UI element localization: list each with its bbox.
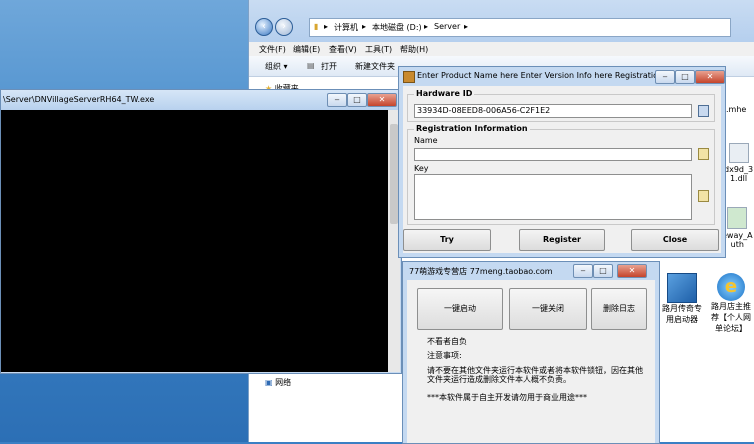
- file-name: dx9d_3: [724, 165, 754, 174]
- warning-text: 不看者自负: [427, 337, 467, 346]
- name-field[interactable]: [414, 148, 692, 161]
- ie-icon: e: [717, 273, 745, 301]
- paste-icon[interactable]: [698, 148, 709, 160]
- register-button[interactable]: Register: [519, 229, 605, 251]
- close-button[interactable]: ✕: [617, 264, 647, 278]
- app-icon: [727, 207, 748, 229]
- file-name: eway_A: [722, 231, 753, 240]
- breadcrumb-computer[interactable]: 计算机: [334, 22, 358, 33]
- scroll-thumb[interactable]: [390, 124, 398, 224]
- launcher-window: 77萌游戏专营店 77meng.taobao.com ‒ □ ✕ 一键启动 一键…: [402, 261, 660, 444]
- organize-button[interactable]: 组织 ▾: [265, 61, 288, 72]
- launcher-titlebar[interactable]: 77萌游戏专营店 77meng.taobao.com ‒ □ ✕: [403, 262, 659, 280]
- launcher-shortcut-label: 路月传奇专用启动器: [662, 304, 702, 324]
- close-dialog-button[interactable]: Close: [631, 229, 719, 251]
- open-button[interactable]: 打开: [321, 61, 337, 72]
- network-label: 网络: [275, 378, 292, 387]
- registration-info-group: Registration Information Name Key: [407, 124, 715, 225]
- explorer-header: ‹ › ▮ ▸ 计算机 ▸ 本地磁盘 (D:) ▸ Server ▸: [249, 0, 754, 42]
- close-button[interactable]: ✕: [367, 93, 397, 107]
- breadcrumb-drive[interactable]: 本地磁盘 (D:): [372, 22, 422, 33]
- maximize-button[interactable]: □: [593, 264, 613, 278]
- console-output[interactable]: [1, 110, 388, 372]
- registration-dialog: Enter Product Name here Enter Version In…: [398, 66, 726, 258]
- copy-icon[interactable]: [698, 105, 709, 117]
- launcher-title: 77萌游戏专营店 77meng.taobao.com: [409, 267, 553, 276]
- breadcrumb-sep-3: ▸: [424, 22, 429, 31]
- try-button[interactable]: Try: [403, 229, 491, 251]
- stop-all-button[interactable]: 一键关闭: [509, 288, 587, 330]
- start-all-button[interactable]: 一键启动: [417, 288, 503, 330]
- registration-body: Hardware ID 33934D-08EED8-006A56-C2F1E2 …: [403, 86, 721, 253]
- console-window: \Server\DNVillageServerRH64_TW.exe ‒ □ ✕: [0, 89, 402, 374]
- maximize-button[interactable]: □: [347, 93, 367, 107]
- close-button[interactable]: ✕: [695, 70, 725, 84]
- launcher-icon: [667, 273, 697, 303]
- network-icon: ▣: [265, 378, 273, 387]
- key-field[interactable]: [414, 174, 692, 220]
- app-icon: [403, 71, 415, 83]
- back-icon[interactable]: ‹: [255, 18, 273, 36]
- file-name: uth: [730, 240, 744, 249]
- ie-shortcut-label: 路月店主推荐【个人网单论坛】: [711, 302, 751, 333]
- launcher-body: 一键启动 一键关闭 删除日志 不看者自负 注意事项: 请不要在其他文件夹运行本软…: [407, 280, 655, 443]
- menu-view[interactable]: 查看(V): [329, 44, 357, 55]
- notes-text: 请不要在其他文件夹运行本软件或者将本软件锁钮，因在其他文件夹运行造成删除文件本人…: [427, 366, 643, 384]
- maximize-button[interactable]: □: [675, 70, 695, 84]
- console-title: \Server\DNVillageServerRH64_TW.exe: [3, 95, 155, 104]
- hardware-group: Hardware ID 33934D-08EED8-006A56-C2F1E2: [407, 89, 715, 122]
- open-icon: ▤: [307, 61, 315, 70]
- launcher-shortcut[interactable]: 路月传奇专用启动器: [660, 273, 704, 325]
- minimize-button[interactable]: ‒: [655, 70, 675, 84]
- address-bar[interactable]: ▮ ▸ 计算机 ▸ 本地磁盘 (D:) ▸ Server ▸: [309, 18, 731, 37]
- menu-file[interactable]: 文件(F): [259, 44, 286, 55]
- name-label: Name: [414, 136, 438, 145]
- folder-icon: ▮: [314, 22, 319, 31]
- file-item-exe[interactable]: eway_A uth: [722, 207, 753, 249]
- delete-log-button[interactable]: 删除日志: [591, 288, 647, 330]
- forward-icon[interactable]: ›: [275, 18, 293, 36]
- ie-shortcut[interactable]: e 路月店主推荐【个人网单论坛】: [708, 273, 754, 334]
- key-label: Key: [414, 164, 429, 173]
- disclaimer-text: ***本软件属于自主开发请勿用于商业用途***: [427, 393, 587, 402]
- minimize-button[interactable]: ‒: [573, 264, 593, 278]
- menu-bar: 文件(F) 编辑(E) 查看(V) 工具(T) 帮助(H): [249, 42, 754, 56]
- menu-edit[interactable]: 编辑(E): [293, 44, 320, 55]
- menu-tools[interactable]: 工具(T): [365, 44, 392, 55]
- file-item-dll[interactable]: dx9d_3 1.dll: [724, 143, 753, 183]
- registration-titlebar[interactable]: Enter Product Name here Enter Version In…: [399, 67, 725, 86]
- console-titlebar[interactable]: \Server\DNVillageServerRH64_TW.exe ‒ □ ✕: [1, 90, 401, 110]
- minimize-button[interactable]: ‒: [327, 93, 347, 107]
- registration-info-label: Registration Information: [414, 124, 530, 133]
- notes-heading: 注意事项:: [427, 351, 462, 360]
- network-item[interactable]: ▣ 网络: [265, 377, 291, 388]
- hardware-id-field[interactable]: 33934D-08EED8-006A56-C2F1E2: [414, 104, 692, 118]
- menu-help[interactable]: 帮助(H): [400, 44, 428, 55]
- breadcrumb-chevron: ▸: [464, 22, 469, 31]
- registration-title: Enter Product Name here Enter Version In…: [417, 71, 674, 80]
- gear-icon: [728, 143, 749, 163]
- breadcrumb-sep-2: ▸: [362, 22, 367, 31]
- breadcrumb-server[interactable]: Server: [434, 22, 460, 31]
- paste-icon[interactable]: [698, 190, 709, 202]
- file-name: 1.dll: [729, 174, 748, 183]
- hardware-label: Hardware ID: [414, 89, 475, 98]
- breadcrumb-sep-1: ▸: [324, 22, 329, 31]
- new-folder-button[interactable]: 新建文件夹: [355, 61, 395, 72]
